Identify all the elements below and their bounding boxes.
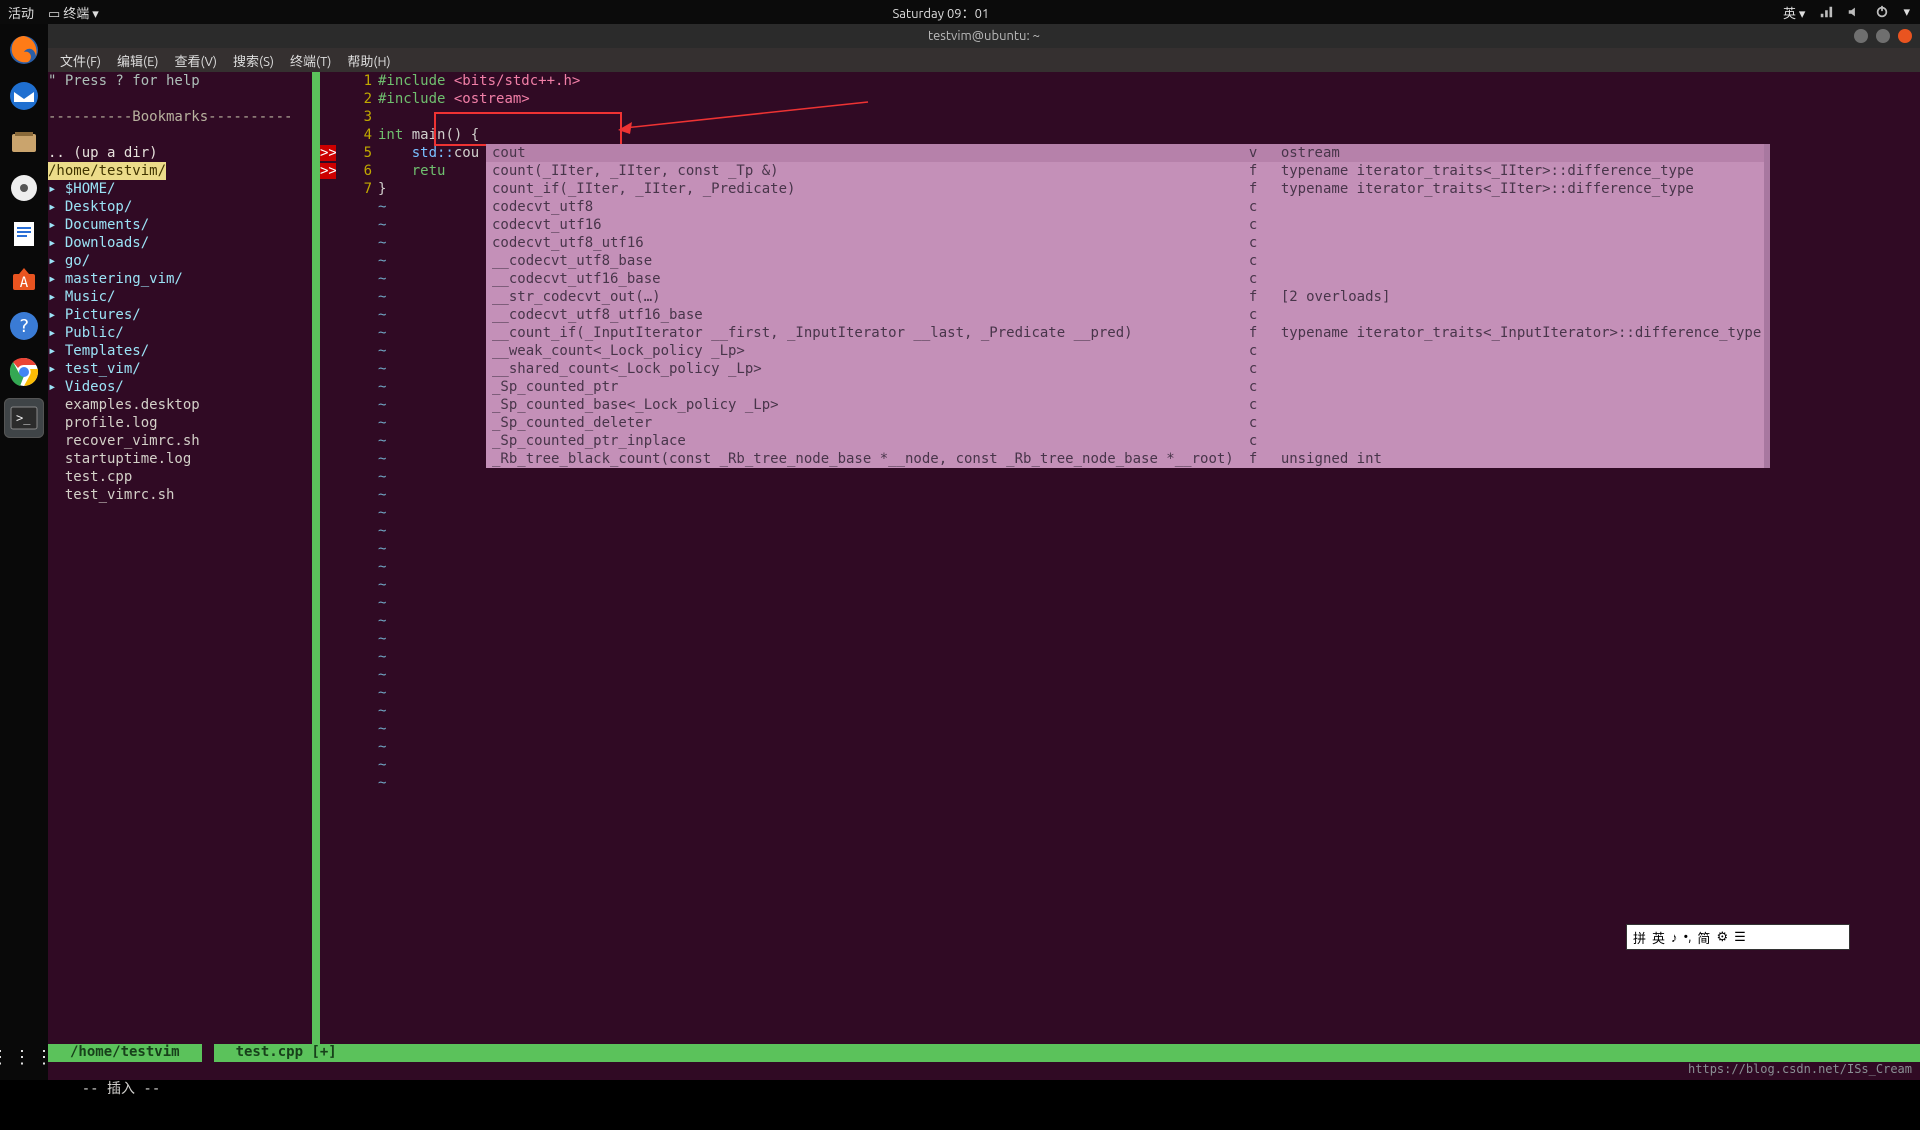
line-number-gutter: 1 2 3 4 5 6 7 [336,72,378,1044]
completion-item[interactable]: _Sp_counted_ptr_inplacec [486,432,1770,450]
power-icon[interactable] [1875,5,1889,19]
svg-text:>_: >_ [16,411,31,425]
completion-item[interactable]: codecvt_utf8c [486,198,1770,216]
status-file: test.cpp [+] [214,1044,359,1062]
dock-rhythmbox[interactable] [4,168,44,208]
completion-item[interactable]: _Sp_counted_deleterc [486,414,1770,432]
clock[interactable]: Saturday 09：01 [892,7,989,21]
ime-gear-icon[interactable]: ⚙ [1716,930,1728,945]
menu-file[interactable]: 文件(F) [60,51,101,70]
popup-scrollbar[interactable] [1764,144,1770,468]
completion-popup[interactable]: coutvostreamcount(_IIter, _IIter, const … [486,144,1770,468]
gnome-topbar: 活动 ▭ 终端 ▾ Saturday 09：01 英 ▾ ▾ [0,0,1920,24]
dock-help[interactable]: ? [4,306,44,346]
dock-firefox[interactable] [4,30,44,70]
menu-search[interactable]: 搜索(S) [233,51,274,70]
watermark: https://blog.csdn.net/ISs_Cream [1688,1062,1912,1076]
completion-item[interactable]: __codecvt_utf8_basec [486,252,1770,270]
dock-thunderbird[interactable] [4,76,44,116]
vim-window: " Press ? for help ----------Bookmarks--… [48,72,1920,1044]
completion-item[interactable]: coutvostream [486,144,1770,162]
completion-item[interactable]: count(_IIter, _IIter, const _Tp &)ftypen… [486,162,1770,180]
menu-terminal[interactable]: 终端(T) [290,51,331,70]
completion-item[interactable]: __weak_count<_Lock_policy _Lp>c [486,342,1770,360]
mode-text: -- 插入 -- [82,1081,161,1097]
sign-column: >> >> [320,72,336,1044]
ime-menu-icon[interactable]: ☰ [1734,930,1746,945]
vsplit-separator[interactable] [312,72,320,1044]
window-close-button[interactable] [1898,29,1912,43]
completion-item[interactable]: _Sp_counted_base<_Lock_policy _Lp>c [486,396,1770,414]
menu-edit[interactable]: 编辑(E) [117,51,158,70]
completion-item[interactable]: __codecvt_utf16_basec [486,270,1770,288]
menu-view[interactable]: 查看(V) [175,51,217,70]
nerdtree-pane[interactable]: " Press ? for help ----------Bookmarks--… [48,72,312,1044]
completion-item[interactable]: __shared_count<_Lock_policy _Lp>c [486,360,1770,378]
window-minimize-button[interactable] [1854,29,1868,43]
ime-note-icon[interactable]: ♪ [1671,930,1678,945]
volume-icon[interactable] [1847,5,1861,19]
app-indicator[interactable]: ▭ 终端 ▾ [48,3,99,22]
terminal-menubar: 文件(F) 编辑(E) 查看(V) 搜索(S) 终端(T) 帮助(H) [48,48,1920,72]
completion-item[interactable]: count_if(_IIter, _IIter, _Predicate)ftyp… [486,180,1770,198]
window-maximize-button[interactable] [1876,29,1890,43]
completion-item[interactable]: codecvt_utf8_utf16c [486,234,1770,252]
ime-lang[interactable]: 英 [1652,928,1665,947]
vim-mode-line: -- 插入 -- https://blog.csdn.net/ISs_Cream [48,1062,1920,1080]
menu-help[interactable]: 帮助(H) [347,51,390,70]
ime-width[interactable]: 简 [1697,928,1710,947]
ime-punct[interactable]: •, [1684,930,1692,944]
dock-files[interactable] [4,122,44,162]
completion-item[interactable]: codecvt_utf16c [486,216,1770,234]
ime-layout[interactable]: 拼 [1633,928,1646,947]
completion-item[interactable]: _Sp_counted_ptrc [486,378,1770,396]
window-titlebar: testvim@ubuntu: ~ [48,24,1920,48]
dock-software[interactable]: A [4,260,44,300]
dock-libreoffice[interactable] [4,214,44,254]
svg-text:?: ? [19,316,30,337]
system-menu-caret[interactable]: ▾ [1903,5,1910,20]
dock-terminal[interactable]: >_ [4,398,44,438]
window-title: testvim@ubuntu: ~ [928,29,1040,43]
input-method-indicator[interactable]: 英 ▾ [1783,3,1806,22]
code-buffer[interactable]: #include <bits/stdc++.h> #include <ostre… [378,72,1920,1044]
completion-item[interactable]: __codecvt_utf8_utf16_basec [486,306,1770,324]
completion-item[interactable]: _Rb_tree_black_count(const _Rb_tree_node… [486,450,1770,468]
ubuntu-dock: A ? >_ ⋮⋮⋮ [0,24,48,1080]
svg-text:A: A [20,275,29,291]
dock-chrome[interactable] [4,352,44,392]
completion-item[interactable]: __count_if(_InputIterator __first, _Inpu… [486,324,1770,342]
annotation-box [434,112,622,146]
network-icon[interactable] [1819,5,1833,19]
ime-toolbar[interactable]: 拼 英 ♪ •, 简 ⚙ ☰ [1626,924,1850,950]
status-cwd: /home/testvim [48,1044,202,1062]
vim-statusline: /home/testvim test.cpp [+] [48,1044,1920,1062]
activities-button[interactable]: 活动 [8,3,34,22]
annotation-arrow [618,100,878,140]
completion-item[interactable]: __str_codecvt_out(…)f[2 overloads] [486,288,1770,306]
